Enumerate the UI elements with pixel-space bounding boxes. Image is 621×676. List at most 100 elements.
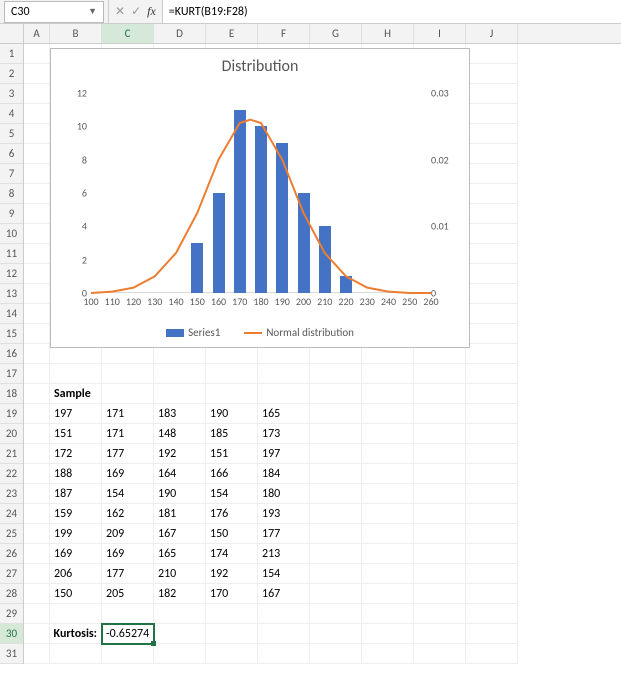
cell-H27[interactable] xyxy=(362,564,414,584)
cell-F29[interactable] xyxy=(258,604,310,624)
cell-C28[interactable]: 205 xyxy=(102,584,154,604)
cell-G24[interactable] xyxy=(310,504,362,524)
cell-B30[interactable]: Kurtosis: xyxy=(50,624,102,644)
cell-C24[interactable]: 162 xyxy=(102,504,154,524)
cell-F21[interactable]: 197 xyxy=(258,444,310,464)
cell-J27[interactable] xyxy=(466,564,518,584)
cell-B21[interactable]: 172 xyxy=(50,444,102,464)
cell-D31[interactable] xyxy=(154,644,206,664)
row-header-29[interactable]: 29 xyxy=(0,604,23,624)
cell-J16[interactable] xyxy=(466,344,518,364)
cell-F24[interactable]: 193 xyxy=(258,504,310,524)
cell-C21[interactable]: 177 xyxy=(102,444,154,464)
cell-E28[interactable]: 170 xyxy=(206,584,258,604)
row-header-25[interactable]: 25 xyxy=(0,524,23,544)
cell-H22[interactable] xyxy=(362,464,414,484)
cell-I31[interactable] xyxy=(414,644,466,664)
col-header-B[interactable]: B xyxy=(50,24,102,43)
cell-F30[interactable] xyxy=(258,624,310,644)
row-header-24[interactable]: 24 xyxy=(0,504,23,524)
cell-E24[interactable]: 176 xyxy=(206,504,258,524)
cell-F20[interactable]: 173 xyxy=(258,424,310,444)
cell-J19[interactable] xyxy=(466,404,518,424)
cell-G22[interactable] xyxy=(310,464,362,484)
cell-C29[interactable] xyxy=(102,604,154,624)
cell-D22[interactable]: 164 xyxy=(154,464,206,484)
cell-J24[interactable] xyxy=(466,504,518,524)
row-header-23[interactable]: 23 xyxy=(0,484,23,504)
col-header-F[interactable]: F xyxy=(258,24,310,43)
cell-A5[interactable] xyxy=(24,124,50,144)
cell-F19[interactable]: 165 xyxy=(258,404,310,424)
cell-A10[interactable] xyxy=(24,224,50,244)
cell-H21[interactable] xyxy=(362,444,414,464)
row-header-16[interactable]: 16 xyxy=(0,344,23,364)
cell-E17[interactable] xyxy=(206,364,258,384)
row-header-28[interactable]: 28 xyxy=(0,584,23,604)
row-header-4[interactable]: 4 xyxy=(0,104,23,124)
cell-H19[interactable] xyxy=(362,404,414,424)
cell-A15[interactable] xyxy=(24,324,50,344)
cell-G26[interactable] xyxy=(310,544,362,564)
cell-F23[interactable]: 180 xyxy=(258,484,310,504)
col-header-A[interactable]: A xyxy=(24,24,50,43)
cell-C25[interactable]: 209 xyxy=(102,524,154,544)
row-header-22[interactable]: 22 xyxy=(0,464,23,484)
name-box[interactable]: C30 ▼ xyxy=(4,1,104,23)
row-header-14[interactable]: 14 xyxy=(0,304,23,324)
cell-A6[interactable] xyxy=(24,144,50,164)
cell-J14[interactable] xyxy=(466,304,518,324)
cell-J18[interactable] xyxy=(466,384,518,404)
cell-A25[interactable] xyxy=(24,524,50,544)
cell-A9[interactable] xyxy=(24,204,50,224)
cell-E29[interactable] xyxy=(206,604,258,624)
cell-G27[interactable] xyxy=(310,564,362,584)
cell-H20[interactable] xyxy=(362,424,414,444)
cell-I29[interactable] xyxy=(414,604,466,624)
col-header-C[interactable]: C xyxy=(102,24,154,43)
cell-H17[interactable] xyxy=(362,364,414,384)
cell-E23[interactable]: 154 xyxy=(206,484,258,504)
cell-F22[interactable]: 184 xyxy=(258,464,310,484)
cell-B19[interactable]: 197 xyxy=(50,404,102,424)
cell-G20[interactable] xyxy=(310,424,362,444)
cell-D18[interactable] xyxy=(154,384,206,404)
cell-A31[interactable] xyxy=(24,644,50,664)
cell-A29[interactable] xyxy=(24,604,50,624)
row-header-18[interactable]: 18 xyxy=(0,384,23,404)
cell-F31[interactable] xyxy=(258,644,310,664)
cell-I27[interactable] xyxy=(414,564,466,584)
cell-A12[interactable] xyxy=(24,264,50,284)
cell-A3[interactable] xyxy=(24,84,50,104)
cell-B22[interactable]: 188 xyxy=(50,464,102,484)
cell-J9[interactable] xyxy=(466,204,518,224)
cell-J8[interactable] xyxy=(466,184,518,204)
cell-A28[interactable] xyxy=(24,584,50,604)
cell-F18[interactable] xyxy=(258,384,310,404)
cell-J3[interactable] xyxy=(466,84,518,104)
cell-H31[interactable] xyxy=(362,644,414,664)
cell-J31[interactable] xyxy=(466,644,518,664)
cell-G28[interactable] xyxy=(310,584,362,604)
row-header-31[interactable]: 31 xyxy=(0,644,23,664)
cell-G23[interactable] xyxy=(310,484,362,504)
cell-D21[interactable]: 192 xyxy=(154,444,206,464)
cell-C22[interactable]: 169 xyxy=(102,464,154,484)
cell-D30[interactable] xyxy=(154,624,206,644)
cells-area[interactable]: Distribution 024681012 00.010.020.03 100… xyxy=(24,44,518,664)
cell-A4[interactable] xyxy=(24,104,50,124)
cell-I18[interactable] xyxy=(414,384,466,404)
cell-E19[interactable]: 190 xyxy=(206,404,258,424)
cell-B25[interactable]: 199 xyxy=(50,524,102,544)
cell-B29[interactable] xyxy=(50,604,102,624)
cell-B23[interactable]: 187 xyxy=(50,484,102,504)
row-header-21[interactable]: 21 xyxy=(0,444,23,464)
cell-B28[interactable]: 150 xyxy=(50,584,102,604)
cell-E21[interactable]: 151 xyxy=(206,444,258,464)
cell-A13[interactable] xyxy=(24,284,50,304)
cell-J1[interactable] xyxy=(466,44,518,64)
cell-H18[interactable] xyxy=(362,384,414,404)
cell-C23[interactable]: 154 xyxy=(102,484,154,504)
row-header-9[interactable]: 9 xyxy=(0,204,23,224)
row-header-30[interactable]: 30 xyxy=(0,624,23,644)
